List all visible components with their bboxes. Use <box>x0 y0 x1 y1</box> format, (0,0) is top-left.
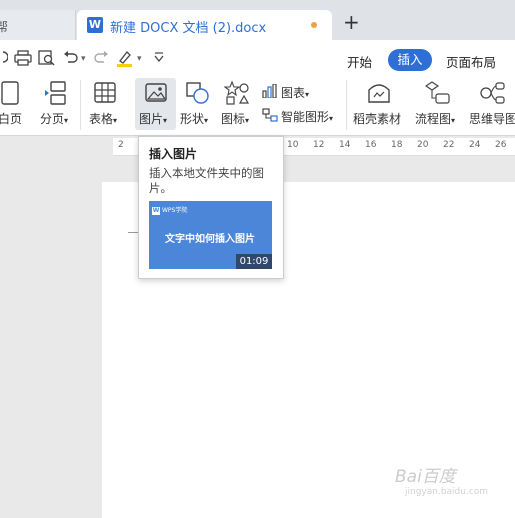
highlight-dropdown-icon[interactable]: ▾ <box>137 54 142 74</box>
tab-previous-document[interactable]: 帮 <box>0 10 76 40</box>
print-preview-icon[interactable] <box>38 50 56 70</box>
undo-dropdown-icon[interactable]: ▾ <box>81 54 86 74</box>
highlight-pen-icon[interactable] <box>116 50 134 70</box>
ruler-label: 16 <box>365 140 377 150</box>
ruler-label: 12 <box>313 140 325 150</box>
icon-label: 图标▾ <box>221 112 250 126</box>
chart-label: 图表▾ <box>281 86 310 100</box>
tab-active-document[interactable]: W 新建 DOCX 文档 (2).docx <box>77 10 332 40</box>
picture-icon <box>142 80 170 106</box>
ruler-label: 26 <box>495 140 507 150</box>
insert-picture-tooltip: 插入图片 插入本地文件夹中的图片。 W WPS学院 文字中如何插入图片 01:09 <box>138 136 284 279</box>
baidu-watermark: Bai百度 jingyan.baidu.com <box>395 467 489 497</box>
flowchart-button[interactable]: 流程图▾ <box>414 80 464 126</box>
print-icon[interactable] <box>14 50 32 70</box>
ruler-label: 14 <box>339 140 351 150</box>
docx-file-icon: W <box>87 17 103 33</box>
flowchart-icon <box>424 80 453 106</box>
tab-previous-label: 帮 <box>0 20 9 34</box>
video-title: 文字中如何插入图片 <box>165 234 255 245</box>
shape-button[interactable]: 形状▾ <box>179 80 215 126</box>
materials-icon <box>365 80 393 106</box>
video-duration: 01:09 <box>236 254 272 269</box>
chart-icon <box>262 84 277 98</box>
ribbon-separator <box>346 80 347 130</box>
mindmap-button[interactable]: 思维导图 <box>468 80 515 126</box>
ruler-label: 20 <box>417 140 429 150</box>
flowchart-label: 流程图▾ <box>415 112 456 126</box>
blank-page-button[interactable]: 白页 <box>0 80 28 126</box>
table-label: 表格▾ <box>89 112 118 126</box>
page-break-icon <box>43 80 71 106</box>
materials-label: 稻壳素材 <box>353 112 402 126</box>
ruler-label: 24 <box>469 140 481 150</box>
print-icon[interactable] <box>0 50 9 70</box>
picture-button[interactable]: 图片▾ <box>138 80 174 126</box>
undo-icon[interactable] <box>63 50 79 70</box>
ribbon-toolbar: ▾ ▾ 开始 插入 页面布局 白页 分页▾ 表格▾ 图片▾ 形状▾ 图标▾ 图表… <box>0 40 515 136</box>
ribbon-separator <box>80 80 81 130</box>
smart-art-button[interactable]: 智能图形▾ <box>262 107 342 125</box>
blank-page-label: 白页 <box>0 112 23 126</box>
menu-insert[interactable]: 插入 <box>388 49 432 71</box>
new-tab-button[interactable]: + <box>343 12 360 32</box>
smart-art-label: 智能图形▾ <box>281 110 334 124</box>
tutorial-video-thumbnail[interactable]: W WPS学院 文字中如何插入图片 01:09 <box>149 201 272 269</box>
shape-label: 形状▾ <box>180 112 209 126</box>
ruler-label: 22 <box>443 140 455 150</box>
icon-button[interactable]: 图标▾ <box>220 80 256 126</box>
icon-library-icon <box>223 80 252 106</box>
picture-label: 图片▾ <box>139 112 168 126</box>
page-break-button[interactable]: 分页▾ <box>38 80 76 126</box>
table-button[interactable]: 表格▾ <box>88 80 122 126</box>
page-break-label: 分页▾ <box>40 112 69 126</box>
unsaved-indicator <box>311 22 317 28</box>
tab-active-title: 新建 DOCX 文档 (2).docx <box>110 21 267 36</box>
menu-page-layout[interactable]: 页面布局 <box>446 52 496 71</box>
chart-button[interactable]: 图表▾ <box>262 83 322 101</box>
ruler-label: 10 <box>287 140 299 150</box>
wps-academy-logo: W WPS学院 <box>152 207 188 215</box>
mindmap-icon <box>478 80 506 106</box>
more-dropdown-icon[interactable] <box>153 50 165 70</box>
tooltip-title: 插入图片 <box>149 147 198 161</box>
menu-home[interactable]: 开始 <box>347 52 372 71</box>
materials-button[interactable]: 稻壳素材 <box>352 80 406 126</box>
mindmap-label: 思维导图 <box>469 112 515 126</box>
redo-icon[interactable] <box>93 50 109 70</box>
blank-page-icon <box>0 80 24 106</box>
ruler-label: 18 <box>391 140 403 150</box>
tooltip-description: 插入本地文件夹中的图片。 <box>149 166 264 195</box>
shape-icon <box>183 80 211 106</box>
ruler-label: 2 <box>118 140 124 150</box>
table-icon <box>91 80 119 106</box>
smart-art-icon <box>262 108 278 122</box>
tab-bar: 帮 W 新建 DOCX 文档 (2).docx + <box>0 0 515 40</box>
